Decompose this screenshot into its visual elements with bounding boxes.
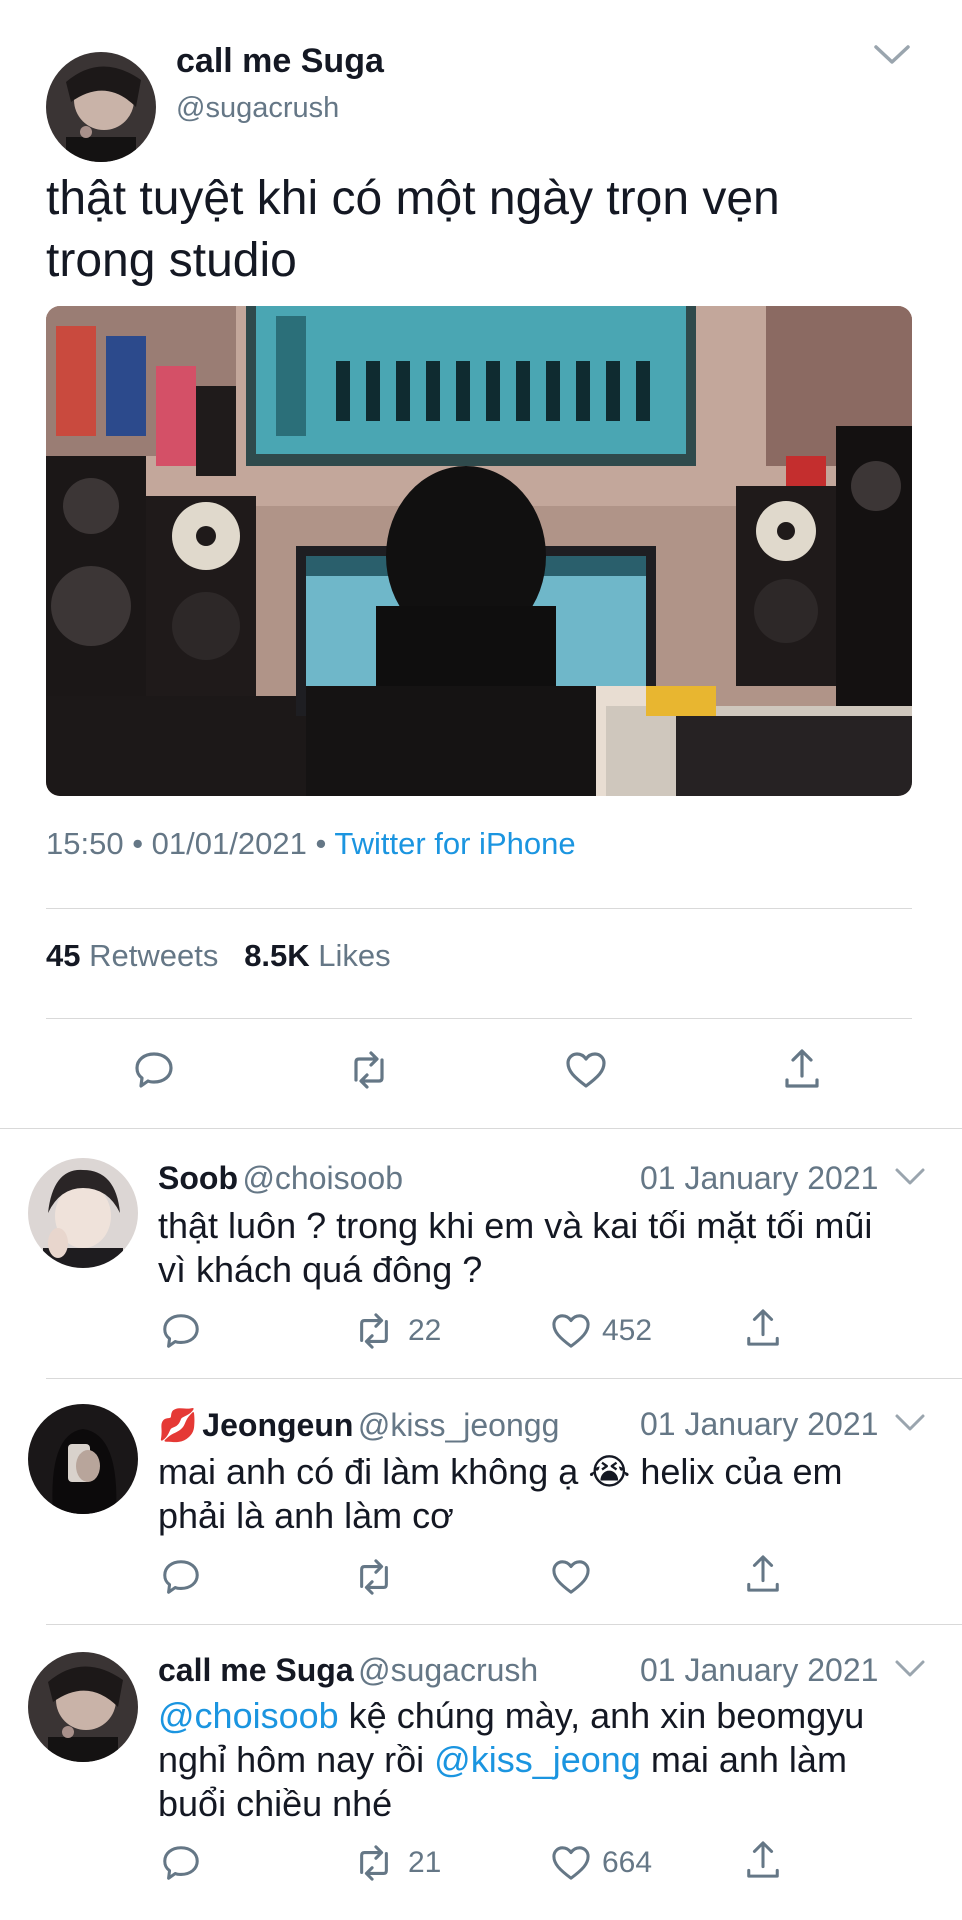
reply-text-segment: nghỉ hôm nay rồi [158, 1739, 425, 1780]
reply-text-line: mai anh có đi làm không ạ 😭 helix của em [158, 1450, 918, 1494]
reply-header: 💋 Jeongeun @kiss_jeongg [158, 1406, 559, 1444]
avatar-image [28, 1652, 138, 1762]
reply-text: @choisoob kệ chúng mày, anh xin beomgyu … [158, 1694, 918, 1826]
kiss-emoji: 💋 [158, 1407, 198, 1443]
crying-emoji: 😭 [588, 1451, 631, 1492]
retweets-count: 45 [46, 938, 81, 973]
share-icon[interactable] [744, 1552, 782, 1596]
reply-avatar[interactable] [28, 1404, 138, 1514]
reply-icon[interactable] [160, 1842, 202, 1884]
like-heart-icon[interactable] [550, 1558, 592, 1596]
reply-date: 01 January 2021 [640, 1406, 879, 1442]
reply-text-segment: mai anh làm [650, 1739, 847, 1780]
section-divider [0, 1128, 962, 1129]
reply-header: call me Suga @sugacrush [158, 1652, 538, 1689]
reply-date: 01 January 2021 [640, 1160, 879, 1196]
reply-display-name[interactable]: Jeongeun [202, 1407, 353, 1443]
likes-label: Likes [318, 938, 391, 973]
reply-header: Soob @choisoob [158, 1160, 403, 1197]
avatar-image [28, 1404, 138, 1514]
chevron-down-icon[interactable] [894, 1166, 926, 1188]
divider [46, 1018, 912, 1019]
retweet-count: 22 [408, 1314, 442, 1347]
likes-stat[interactable]: 8.5K Likes [244, 938, 390, 973]
reply-text-segment: kệ chúng mày, anh xin beomgyu [348, 1695, 865, 1736]
reply-text-line: @choisoob kệ chúng mày, anh xin beomgyu [158, 1694, 918, 1738]
chevron-down-icon[interactable] [894, 1412, 926, 1434]
reply-text-segment: helix của em [640, 1451, 843, 1492]
retweet-count: 21 [408, 1846, 442, 1879]
like-count: 452 [602, 1314, 653, 1347]
reply-text-line: buổi chiều nhé [158, 1783, 393, 1824]
reply-text-segment: mai anh có đi làm không ạ [158, 1451, 579, 1492]
mention-link[interactable]: @choisoob [158, 1695, 339, 1736]
mention-link[interactable]: @kiss_jeong [434, 1739, 641, 1780]
divider [46, 908, 912, 909]
reply-text-line: vì khách quá đông ? [158, 1249, 483, 1290]
meta-separator: • [132, 826, 152, 861]
reply-avatar[interactable] [28, 1652, 138, 1762]
likes-count: 8.5K [244, 938, 310, 973]
tweet-stats: 45 Retweets 8.5K Likes [46, 938, 391, 974]
tweet-date: 01/01/2021 [151, 826, 307, 861]
like-heart-icon[interactable] [550, 1312, 592, 1350]
reply-text: thật luôn ? trong khi em và kai tối mặt … [158, 1204, 918, 1292]
reply-avatar[interactable] [28, 1158, 138, 1268]
reply-date: 01 January 2021 [640, 1652, 879, 1688]
share-icon[interactable] [744, 1838, 782, 1882]
reply-text: mai anh có đi làm không ạ 😭 helix của em… [158, 1450, 918, 1538]
tweet-text: thật tuyệt khi có một ngày trọn vẹn tron… [46, 172, 780, 287]
like-heart-icon[interactable] [550, 1844, 592, 1882]
avatar-image [28, 1158, 138, 1268]
reply-display-name[interactable]: call me Suga [158, 1652, 354, 1688]
reply-text-line: nghỉ hôm nay rồi @kiss_jeong mai anh làm [158, 1738, 918, 1782]
like-count: 664 [602, 1846, 653, 1879]
reply-divider [46, 1624, 962, 1625]
chevron-down-icon[interactable] [894, 1658, 926, 1680]
retweets-stat[interactable]: 45 Retweets [46, 938, 218, 973]
author-display-name[interactable]: call me Suga [176, 42, 384, 81]
reply-handle[interactable]: @kiss_jeongg [358, 1407, 559, 1443]
retweet-icon[interactable] [346, 1050, 392, 1090]
tweet-time: 15:50 [46, 826, 124, 861]
avatar-image [46, 52, 156, 162]
reply-divider [46, 1378, 962, 1379]
share-icon[interactable] [744, 1306, 782, 1350]
reply-text-line: phải là anh làm cơ [158, 1495, 454, 1536]
retweet-icon[interactable] [352, 1312, 396, 1350]
reply-icon[interactable] [160, 1310, 202, 1352]
reply-icon[interactable] [160, 1556, 202, 1598]
reply-handle[interactable]: @sugacrush [358, 1652, 538, 1688]
author-avatar[interactable] [46, 52, 156, 162]
chevron-down-icon[interactable] [872, 42, 912, 68]
studio-photo-image [46, 306, 912, 796]
reply-text-line: thật luôn ? trong khi em và kai tối mặt … [158, 1205, 873, 1246]
meta-separator: • [315, 826, 335, 861]
share-icon[interactable] [782, 1046, 822, 1092]
tweet-photo[interactable] [46, 306, 912, 796]
reply-handle[interactable]: @choisoob [242, 1160, 403, 1196]
retweet-icon[interactable] [352, 1844, 396, 1882]
reply-icon[interactable] [132, 1048, 176, 1092]
reply-display-name[interactable]: Soob [158, 1160, 238, 1196]
like-heart-icon[interactable] [564, 1050, 608, 1090]
tweet-meta: 15:50 • 01/01/2021 • Twitter for iPhone [46, 826, 576, 862]
retweets-label: Retweets [89, 938, 219, 973]
author-handle[interactable]: @sugacrush [176, 92, 339, 125]
retweet-icon[interactable] [352, 1558, 396, 1596]
tweet-source-link[interactable]: Twitter for iPhone [334, 826, 575, 861]
